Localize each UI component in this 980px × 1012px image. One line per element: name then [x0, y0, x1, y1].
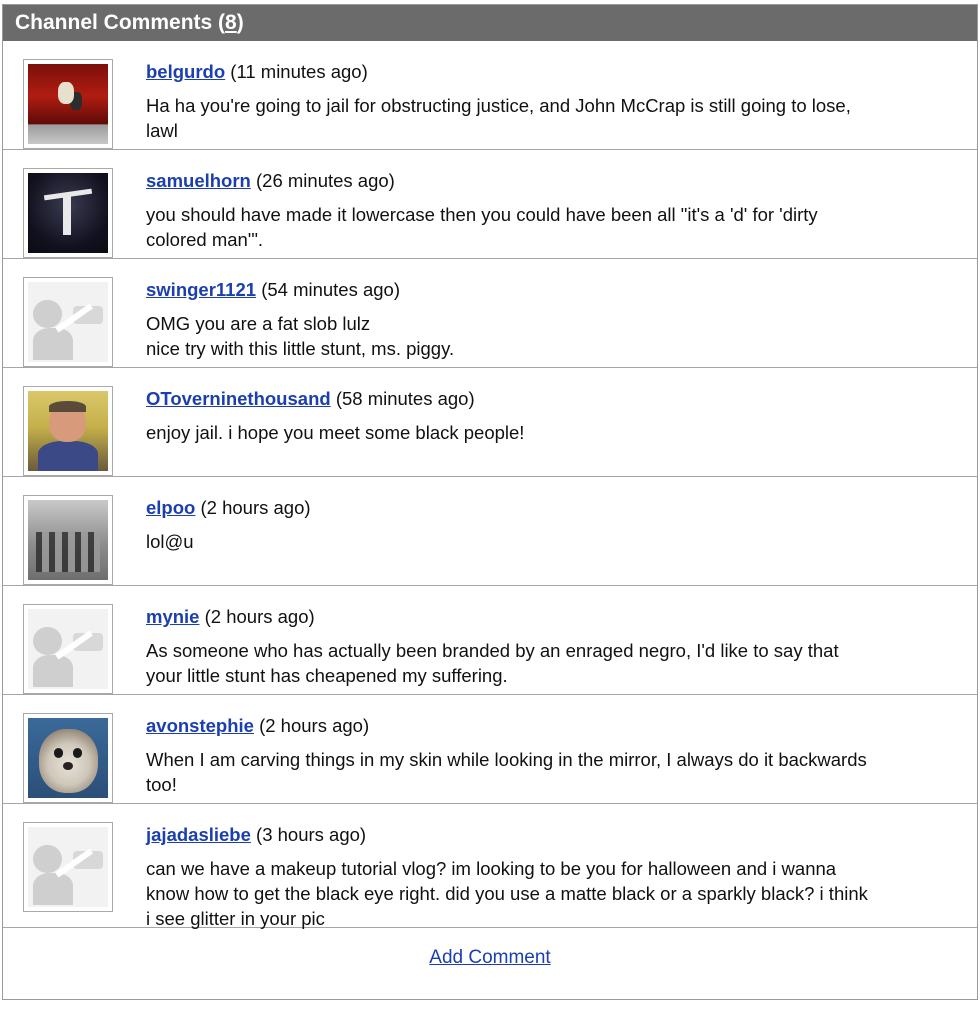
comment-text: you should have made it lowercase then y…: [146, 204, 818, 250]
comment-time: (3 hours ago): [256, 824, 367, 845]
username-link[interactable]: elpoo: [146, 497, 195, 518]
comment-text: lol@u: [146, 531, 194, 552]
comment-item: elpoo (2 hours ago) lol@u: [3, 477, 977, 586]
comment-item: OToverninethousand (58 minutes ago) enjo…: [3, 368, 977, 477]
comment-item: samuelhorn (26 minutes ago) you should h…: [3, 150, 977, 259]
avatar[interactable]: [23, 604, 113, 694]
comment-time: (26 minutes ago): [256, 170, 395, 191]
comment-text: When I am carving things in my skin whil…: [146, 749, 867, 795]
username-link[interactable]: belgurdo: [146, 61, 225, 82]
avatar[interactable]: [23, 386, 113, 476]
username-link[interactable]: mynie: [146, 606, 199, 627]
comment-list: belgurdo (11 minutes ago) Ha ha you're g…: [3, 41, 977, 929]
panel-footer: Add Comment: [3, 928, 977, 980]
default-avatar-icon: [28, 282, 108, 362]
add-comment-link[interactable]: Add Comment: [429, 947, 550, 968]
channel-comments-panel: Channel Comments (8) belgurdo (11 minute…: [2, 4, 978, 1000]
comment-item: swinger1121 (54 minutes ago) OMG you are…: [3, 259, 977, 368]
comment-item: jajadasliebe (3 hours ago) can we have a…: [3, 804, 977, 929]
comment-count-link[interactable]: 8: [225, 11, 237, 34]
comment-text: OMG you are a fat slob lulz nice try wit…: [146, 313, 455, 359]
comment-item: mynie (2 hours ago) As someone who has a…: [3, 586, 977, 695]
avatar[interactable]: [23, 495, 113, 585]
avatar[interactable]: [23, 168, 113, 258]
comment-item: belgurdo (11 minutes ago) Ha ha you're g…: [3, 41, 977, 150]
comment-text: Ha ha you're going to jail for obstructi…: [146, 95, 851, 141]
username-link[interactable]: swinger1121: [146, 279, 256, 300]
stage-photo-icon: [28, 64, 108, 144]
comment-time: (2 hours ago): [204, 606, 315, 627]
comment-time: (58 minutes ago): [335, 388, 475, 409]
avatar[interactable]: [23, 277, 113, 367]
username-link[interactable]: avonstephie: [146, 715, 254, 736]
panel-header: Channel Comments (8): [3, 5, 977, 41]
username-link[interactable]: samuelhorn: [146, 170, 251, 191]
group-photo-icon: [28, 500, 108, 580]
comment-text: can we have a makeup tutorial vlog? im l…: [146, 858, 868, 929]
username-link[interactable]: OToverninethousand: [146, 388, 331, 409]
avatar[interactable]: [23, 822, 113, 912]
comment-time: (2 hours ago): [200, 497, 311, 518]
comment-time: (54 minutes ago): [261, 279, 401, 300]
cat-photo-icon: [28, 718, 108, 798]
comment-text: As someone who has actually been branded…: [146, 640, 839, 686]
default-avatar-icon: [28, 609, 108, 689]
comment-time: (2 hours ago): [259, 715, 370, 736]
avatar[interactable]: [23, 59, 113, 149]
username-link[interactable]: jajadasliebe: [146, 824, 251, 845]
default-avatar-icon: [28, 827, 108, 907]
dancer-photo-icon: [28, 173, 108, 253]
comment-text: enjoy jail. i hope you meet some black p…: [146, 422, 525, 443]
comment-time: (11 minutes ago): [230, 61, 368, 82]
man-photo-icon: [28, 391, 108, 471]
comment-item: avonstephie (2 hours ago) When I am carv…: [3, 695, 977, 804]
panel-title: Channel Comments: [15, 11, 213, 34]
avatar[interactable]: [23, 713, 113, 803]
